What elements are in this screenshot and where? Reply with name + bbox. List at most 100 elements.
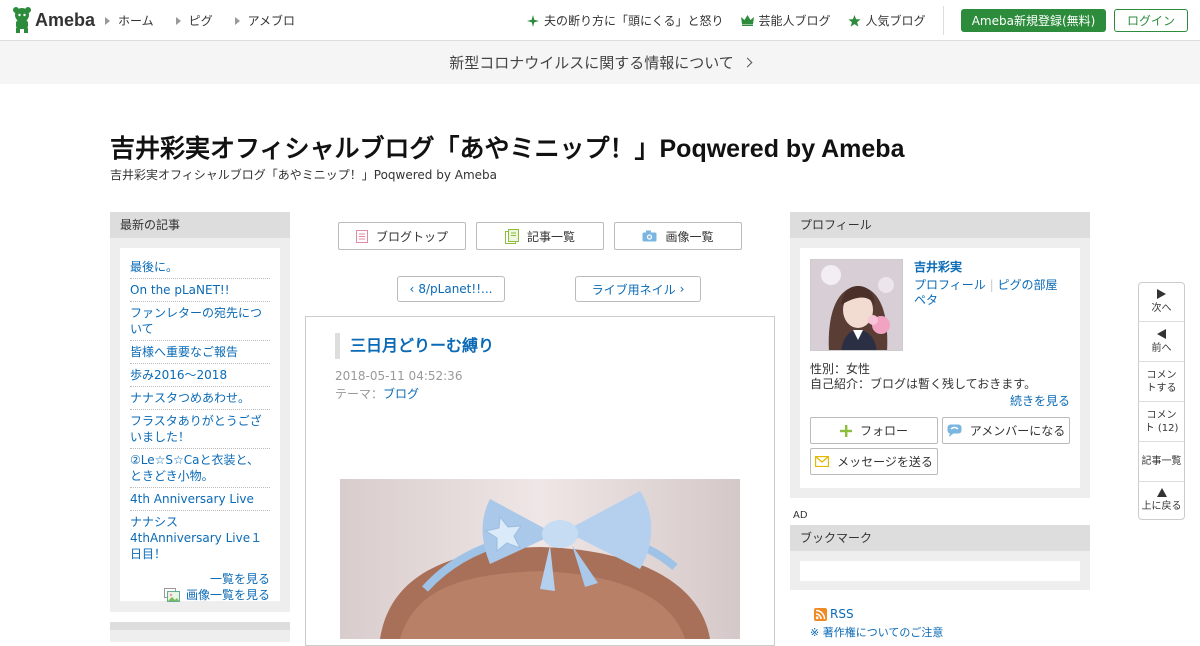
notice-text: 新型コロナウイルスに関する情報について — [449, 54, 734, 72]
profile-heading: プロフィール — [790, 212, 1090, 238]
amember-label: アメンバーになる — [969, 424, 1066, 438]
nav-home[interactable]: ホーム — [105, 12, 154, 29]
left-panel-2 — [110, 622, 290, 642]
list-item[interactable]: ナナスタつめあわせ。 — [130, 387, 270, 410]
photo-girl-with-bow-image — [340, 479, 740, 639]
previous-article-label: 8/pLanet!!... — [418, 282, 493, 296]
article-list-label: 記事一覧 — [526, 229, 575, 244]
list-item[interactable]: ②Le☆S☆Caと衣装と、ときどき小物。 — [130, 449, 270, 488]
documents-icon — [504, 228, 519, 244]
side-comment-button[interactable]: コメントする — [1139, 362, 1184, 402]
side-article-list-button[interactable]: 記事一覧 — [1139, 442, 1184, 482]
bookmark-panel: ブックマーク — [790, 525, 1090, 590]
list-item[interactable]: 最後に。 — [130, 256, 270, 279]
side-next-button[interactable]: 次へ — [1139, 283, 1184, 322]
arrow-right-icon — [1157, 289, 1166, 299]
nav-pig-label: ピグ — [188, 14, 213, 28]
see-image-list-link[interactable]: 画像一覧を見る — [186, 587, 270, 603]
see-all-articles-link[interactable]: 一覧を見る — [210, 572, 270, 586]
global-header: Ameba ホーム ピグ アメブロ 夫の断り方に「頭にくる」と怒り 芸能人ブログ… — [0, 0, 1200, 41]
peta-link[interactable]: ペタ — [914, 293, 938, 307]
article-photo — [340, 479, 740, 639]
image-gallery-icon — [163, 588, 180, 602]
blog-subtitle: 吉井彩実オフィシャルブログ「あやミニップ！」Poqwered by Ameba — [110, 168, 497, 182]
pig-room-link[interactable]: ピグの部屋 — [997, 278, 1057, 292]
send-message-button[interactable]: メッセージを送る — [810, 448, 938, 475]
nav-celebrity-blogs[interactable]: 芸能人ブログ — [740, 12, 831, 29]
chevron-left-icon: ‹ — [409, 282, 415, 296]
list-item[interactable]: 歩み2016〜2018 — [130, 364, 270, 387]
side-prev-button[interactable]: 前へ — [1139, 322, 1184, 362]
profile-intro: 自己紹介：ブログは暫く残しておきます。 — [810, 377, 1037, 391]
article-theme: テーマ：ブログ — [335, 385, 419, 402]
ameba-logo[interactable]: Ameba — [12, 7, 95, 33]
profile-photo-image — [811, 260, 902, 350]
header-nav-right: 夫の断り方に「頭にくる」と怒り 芸能人ブログ 人気ブログ — [527, 12, 926, 29]
avatar[interactable] — [810, 259, 903, 351]
theme-link[interactable]: ブログ — [383, 387, 419, 401]
bookmark-box — [800, 561, 1080, 581]
nav-pig[interactable]: ピグ — [175, 12, 213, 29]
list-item[interactable]: フラスタありがとうございました！ — [130, 410, 270, 449]
crown-icon — [740, 15, 754, 26]
list-item[interactable]: ファンレターの宛先について — [130, 302, 270, 341]
ad-label: AD — [793, 510, 808, 521]
sparkle-icon — [527, 14, 539, 27]
previous-article-button[interactable]: ‹ 8/pLanet!!... — [397, 276, 505, 302]
side-back-to-top-button[interactable]: 上に戻る — [1139, 482, 1184, 519]
nav-popular-blogs[interactable]: 人気ブログ — [847, 12, 926, 29]
nav-popular-label: 人気ブログ — [865, 14, 926, 28]
recent-articles-list: 最後に。 On the pLaNET!! ファンレターの宛先について 皆様へ重要… — [120, 248, 280, 603]
header-nav-left: ホーム ピグ アメブロ — [105, 12, 295, 29]
list-item[interactable]: ナナシス 4thAnniversary Live１日目！ — [130, 511, 270, 565]
image-list-link-row: 画像一覧を見る — [130, 587, 270, 603]
covid-notice-banner[interactable]: 新型コロナウイルスに関する情報について — [0, 41, 1200, 84]
profile-info: 性別：女性 自己紹介：ブログは暫く残しておきます。 — [810, 362, 1036, 392]
rss-icon — [814, 607, 827, 621]
read-more-link[interactable]: 続きを見る — [1010, 392, 1070, 409]
follow-button[interactable]: フォロー — [810, 417, 938, 444]
login-button[interactable]: ログイン — [1114, 9, 1188, 32]
chevron-right-icon — [742, 57, 753, 68]
nav-ameblo-label: アメブロ — [247, 14, 296, 28]
triangle-right-icon — [105, 16, 110, 25]
next-article-label: ライブ用ネイル — [591, 282, 676, 297]
nav-ameblo[interactable]: アメブロ — [234, 12, 296, 29]
amember-button[interactable]: アメンバーになる — [942, 417, 1070, 444]
arrow-up-icon — [1156, 488, 1167, 497]
article-list-button[interactable]: 記事一覧 — [476, 222, 604, 250]
copyright-note-link[interactable]: ※ 著作権についてのご注意 — [810, 624, 943, 640]
side-article-list-label: 記事一覧 — [1141, 456, 1182, 467]
theme-prefix: テーマ： — [335, 387, 384, 401]
rss-link[interactable]: RSS — [814, 607, 854, 621]
follow-label: フォロー — [859, 424, 908, 438]
panel-heading-2 — [110, 622, 290, 630]
article-title[interactable]: 三日月どりーむ縛り — [335, 333, 494, 359]
blog-top-button[interactable]: ブログトップ — [338, 222, 466, 250]
article-date: 2018-05-11 04:52:36 — [335, 369, 463, 383]
profile-name[interactable]: 吉井彩実 — [914, 258, 962, 275]
nav-home-label: ホーム — [118, 14, 154, 28]
nav-topic-label: 夫の断り方に「頭にくる」と怒り — [544, 14, 724, 28]
profile-box: 吉井彩実 プロフィール | ピグの部屋 ペタ 性別：女性 自己紹介：ブログは暫く… — [800, 248, 1080, 488]
nav-topic-link[interactable]: 夫の断り方に「頭にくる」と怒り — [527, 12, 724, 29]
side-comments-count-button[interactable]: コメント (12) — [1139, 402, 1184, 442]
profile-gender: 性別：女性 — [810, 362, 871, 376]
side-back-to-top-label: 上に戻る — [1141, 501, 1182, 512]
register-button[interactable]: Ameba新規登録(無料) — [961, 9, 1106, 32]
next-article-button[interactable]: ライブ用ネイル › — [575, 276, 701, 302]
link-separator: | — [985, 278, 998, 292]
side-prev-label: 前へ — [1151, 342, 1172, 354]
image-list-button[interactable]: 画像一覧 — [614, 222, 742, 250]
list-item[interactable]: 4th Anniversary Live — [130, 488, 270, 511]
list-item[interactable]: 皆様へ重要なご報告 — [130, 341, 270, 364]
list-item[interactable]: On the pLaNET!! — [130, 279, 270, 302]
floating-side-nav: 次へ 前へ コメントする コメント (12) 記事一覧 上に戻る — [1138, 282, 1185, 520]
profile-link[interactable]: プロフィール — [914, 278, 986, 292]
blog-title[interactable]: 吉井彩実オフィシャルブログ「あやミニップ！」Poqwered by Ameba — [110, 129, 904, 165]
see-all-link-row: 一覧を見る — [130, 571, 270, 587]
side-comments-count-label: コメント (12) — [1144, 409, 1179, 434]
image-list-label: 画像一覧 — [665, 229, 714, 244]
side-next-label: 次へ — [1151, 303, 1172, 314]
profile-links: プロフィール | ピグの部屋 ペタ — [914, 278, 1074, 308]
